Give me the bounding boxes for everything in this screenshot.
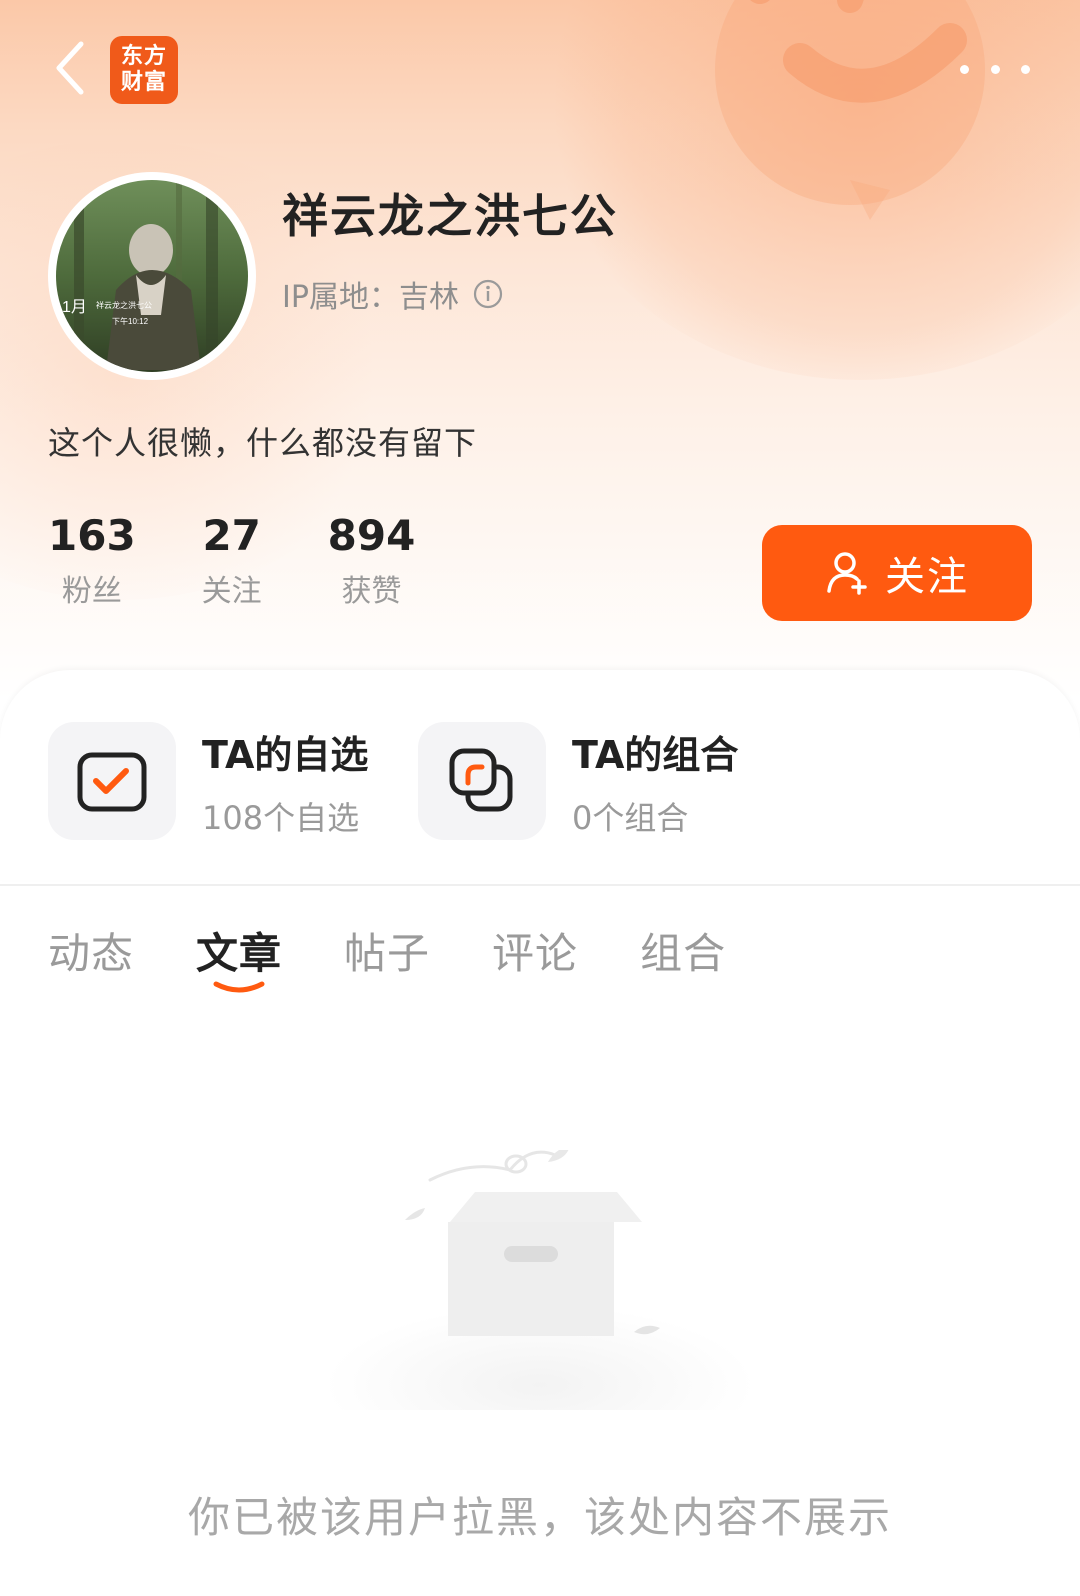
tab-articles-label: 文章 bbox=[196, 929, 283, 978]
watchlist-entry[interactable]: TA的自选 108个自选 bbox=[48, 722, 368, 840]
tab-posts[interactable]: 帖子 bbox=[344, 920, 430, 981]
stat-following[interactable]: 27 关注 bbox=[202, 510, 262, 610]
profile-stats: 163 粉丝 27 关注 894 获赞 bbox=[48, 510, 481, 610]
tab-updates[interactable]: 动态 bbox=[48, 920, 134, 981]
stat-label: 关注 bbox=[201, 574, 262, 609]
tab-comments[interactable]: 评论 bbox=[492, 920, 578, 981]
portfolio-count: 0个组合 bbox=[572, 798, 689, 837]
checkbox-icon bbox=[48, 722, 176, 840]
app-logo-line2: 财富 bbox=[120, 70, 167, 95]
avatar-caption-name: 祥云龙之洪七公 bbox=[96, 300, 152, 310]
empty-box-illustration bbox=[325, 1150, 755, 1410]
active-tab-indicator bbox=[213, 981, 265, 993]
info-icon[interactable] bbox=[473, 279, 503, 309]
more-dot-icon bbox=[990, 64, 1000, 74]
profile-bio: 这个人很懒，什么都没有留下 bbox=[48, 424, 478, 462]
tab-portfolios[interactable]: 组合 bbox=[640, 920, 726, 981]
avatar-image: 1月 祥云龙之洪七公 下午10:12 bbox=[56, 180, 248, 372]
section-divider bbox=[0, 884, 1080, 886]
decorative-smile-icon bbox=[715, 0, 985, 220]
more-dot-icon bbox=[1021, 64, 1030, 74]
stat-value: 27 bbox=[202, 511, 261, 560]
portfolio-title: TA的组合 bbox=[572, 732, 739, 777]
watchlist-count: 108个自选 bbox=[202, 798, 360, 837]
stat-label: 获赞 bbox=[341, 574, 402, 609]
profile-page: 东方 财富 1月 祥云龙之洪七公 下午10:12 祥云龙之洪七公 IP属地：吉林… bbox=[0, 0, 1080, 1596]
back-button[interactable] bbox=[40, 38, 100, 98]
avatar-caption-time: 下午10:12 bbox=[112, 316, 149, 326]
tab-articles[interactable]: 文章 bbox=[196, 920, 283, 993]
chevron-left-icon bbox=[56, 41, 84, 95]
avatar[interactable]: 1月 祥云龙之洪七公 下午10:12 bbox=[48, 172, 256, 380]
watchlist-title: TA的自选 bbox=[202, 732, 369, 777]
empty-state-message: 你已被该用户拉黑，该处内容不展示 bbox=[187, 1493, 892, 1542]
stat-value: 894 bbox=[327, 511, 416, 560]
ip-location-row: IP属地：吉林 bbox=[282, 272, 503, 316]
app-logo-line1: 东方 bbox=[120, 44, 167, 69]
add-user-icon bbox=[827, 552, 867, 595]
stat-label: 粉丝 bbox=[61, 574, 122, 609]
stat-likes[interactable]: 894 获赞 bbox=[328, 510, 416, 610]
stat-value: 163 bbox=[48, 511, 136, 560]
ip-location-text: IP属地：吉林 bbox=[282, 280, 459, 315]
profile-name: 祥云龙之洪七公 bbox=[282, 189, 618, 243]
avatar-caption-month: 1月 bbox=[62, 299, 87, 316]
more-dot-icon bbox=[960, 64, 969, 74]
content-tabs: 动态 文章 帖子 评论 组合 bbox=[48, 920, 788, 993]
features-card: TA的自选 108个自选 TA的组合 0个组合 bbox=[0, 670, 1080, 880]
portfolio-entry[interactable]: TA的组合 0个组合 bbox=[418, 722, 738, 840]
follow-button-label: 关注 bbox=[885, 554, 969, 600]
app-logo[interactable]: 东方 财富 bbox=[110, 36, 178, 104]
more-options-button[interactable] bbox=[960, 54, 1030, 84]
follow-button[interactable]: 关注 bbox=[762, 525, 1032, 621]
portfolio-icon bbox=[418, 722, 546, 840]
stat-fans[interactable]: 163 粉丝 bbox=[48, 510, 136, 610]
